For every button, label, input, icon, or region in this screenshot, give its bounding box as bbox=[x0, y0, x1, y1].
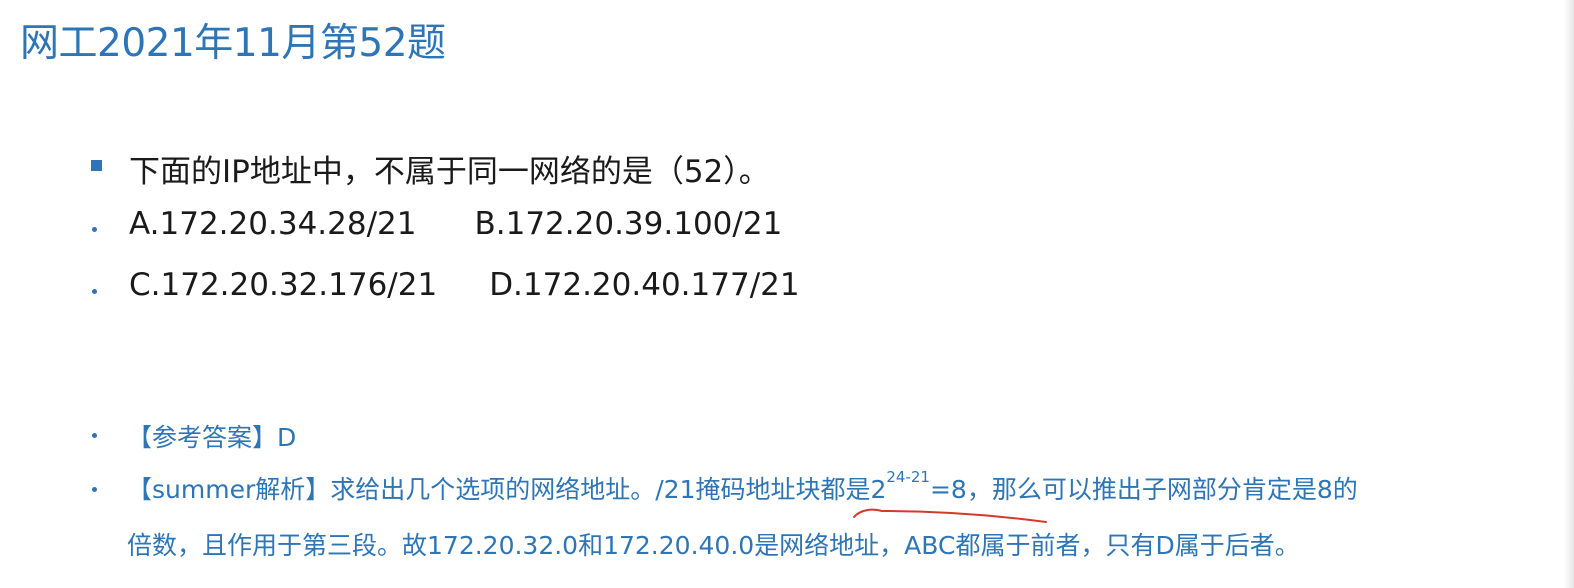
option-a: A.172.20.34.28/21 bbox=[129, 206, 417, 242]
slide-edge-shadow bbox=[1564, 0, 1574, 588]
options-row-cd: C.172.20.32.176/21 D.172.20.40.177/21 bbox=[129, 267, 800, 303]
square-bullet-icon bbox=[91, 160, 102, 171]
slide-title: 网工2021年11月第52题 bbox=[20, 21, 446, 66]
red-underline-annotation bbox=[853, 508, 1047, 523]
question-stem: 下面的IP地址中，不属于同一网络的是（52）。 bbox=[129, 154, 770, 190]
analysis-line-2: 倍数，且作用于第三段。故172.20.32.0和172.20.40.0是网络地址… bbox=[127, 531, 1300, 560]
dot-bullet-icon bbox=[92, 487, 97, 492]
option-b: B.172.20.39.100/21 bbox=[474, 206, 783, 242]
analysis-prefix: 【summer解析】求给出几个选项的网络地址。/21掩码地址块都是2 bbox=[127, 475, 887, 504]
dot-bullet-icon bbox=[92, 289, 97, 294]
analysis-line-1: 【summer解析】求给出几个选项的网络地址。/21掩码地址块都是224-21=… bbox=[127, 468, 1358, 506]
option-c: C.172.20.32.176/21 bbox=[129, 267, 438, 303]
dot-bullet-icon bbox=[92, 227, 97, 232]
analysis-exponent: 24-21 bbox=[886, 468, 930, 486]
option-d: D.172.20.40.177/21 bbox=[489, 267, 800, 303]
answer-text: 【参考答案】D bbox=[127, 423, 297, 452]
options-row-ab: A.172.20.34.28/21 B.172.20.39.100/21 bbox=[129, 206, 782, 242]
dot-bullet-icon bbox=[92, 433, 97, 438]
analysis-suffix: =8，那么可以推出子网部分肯定是8的 bbox=[929, 475, 1358, 504]
